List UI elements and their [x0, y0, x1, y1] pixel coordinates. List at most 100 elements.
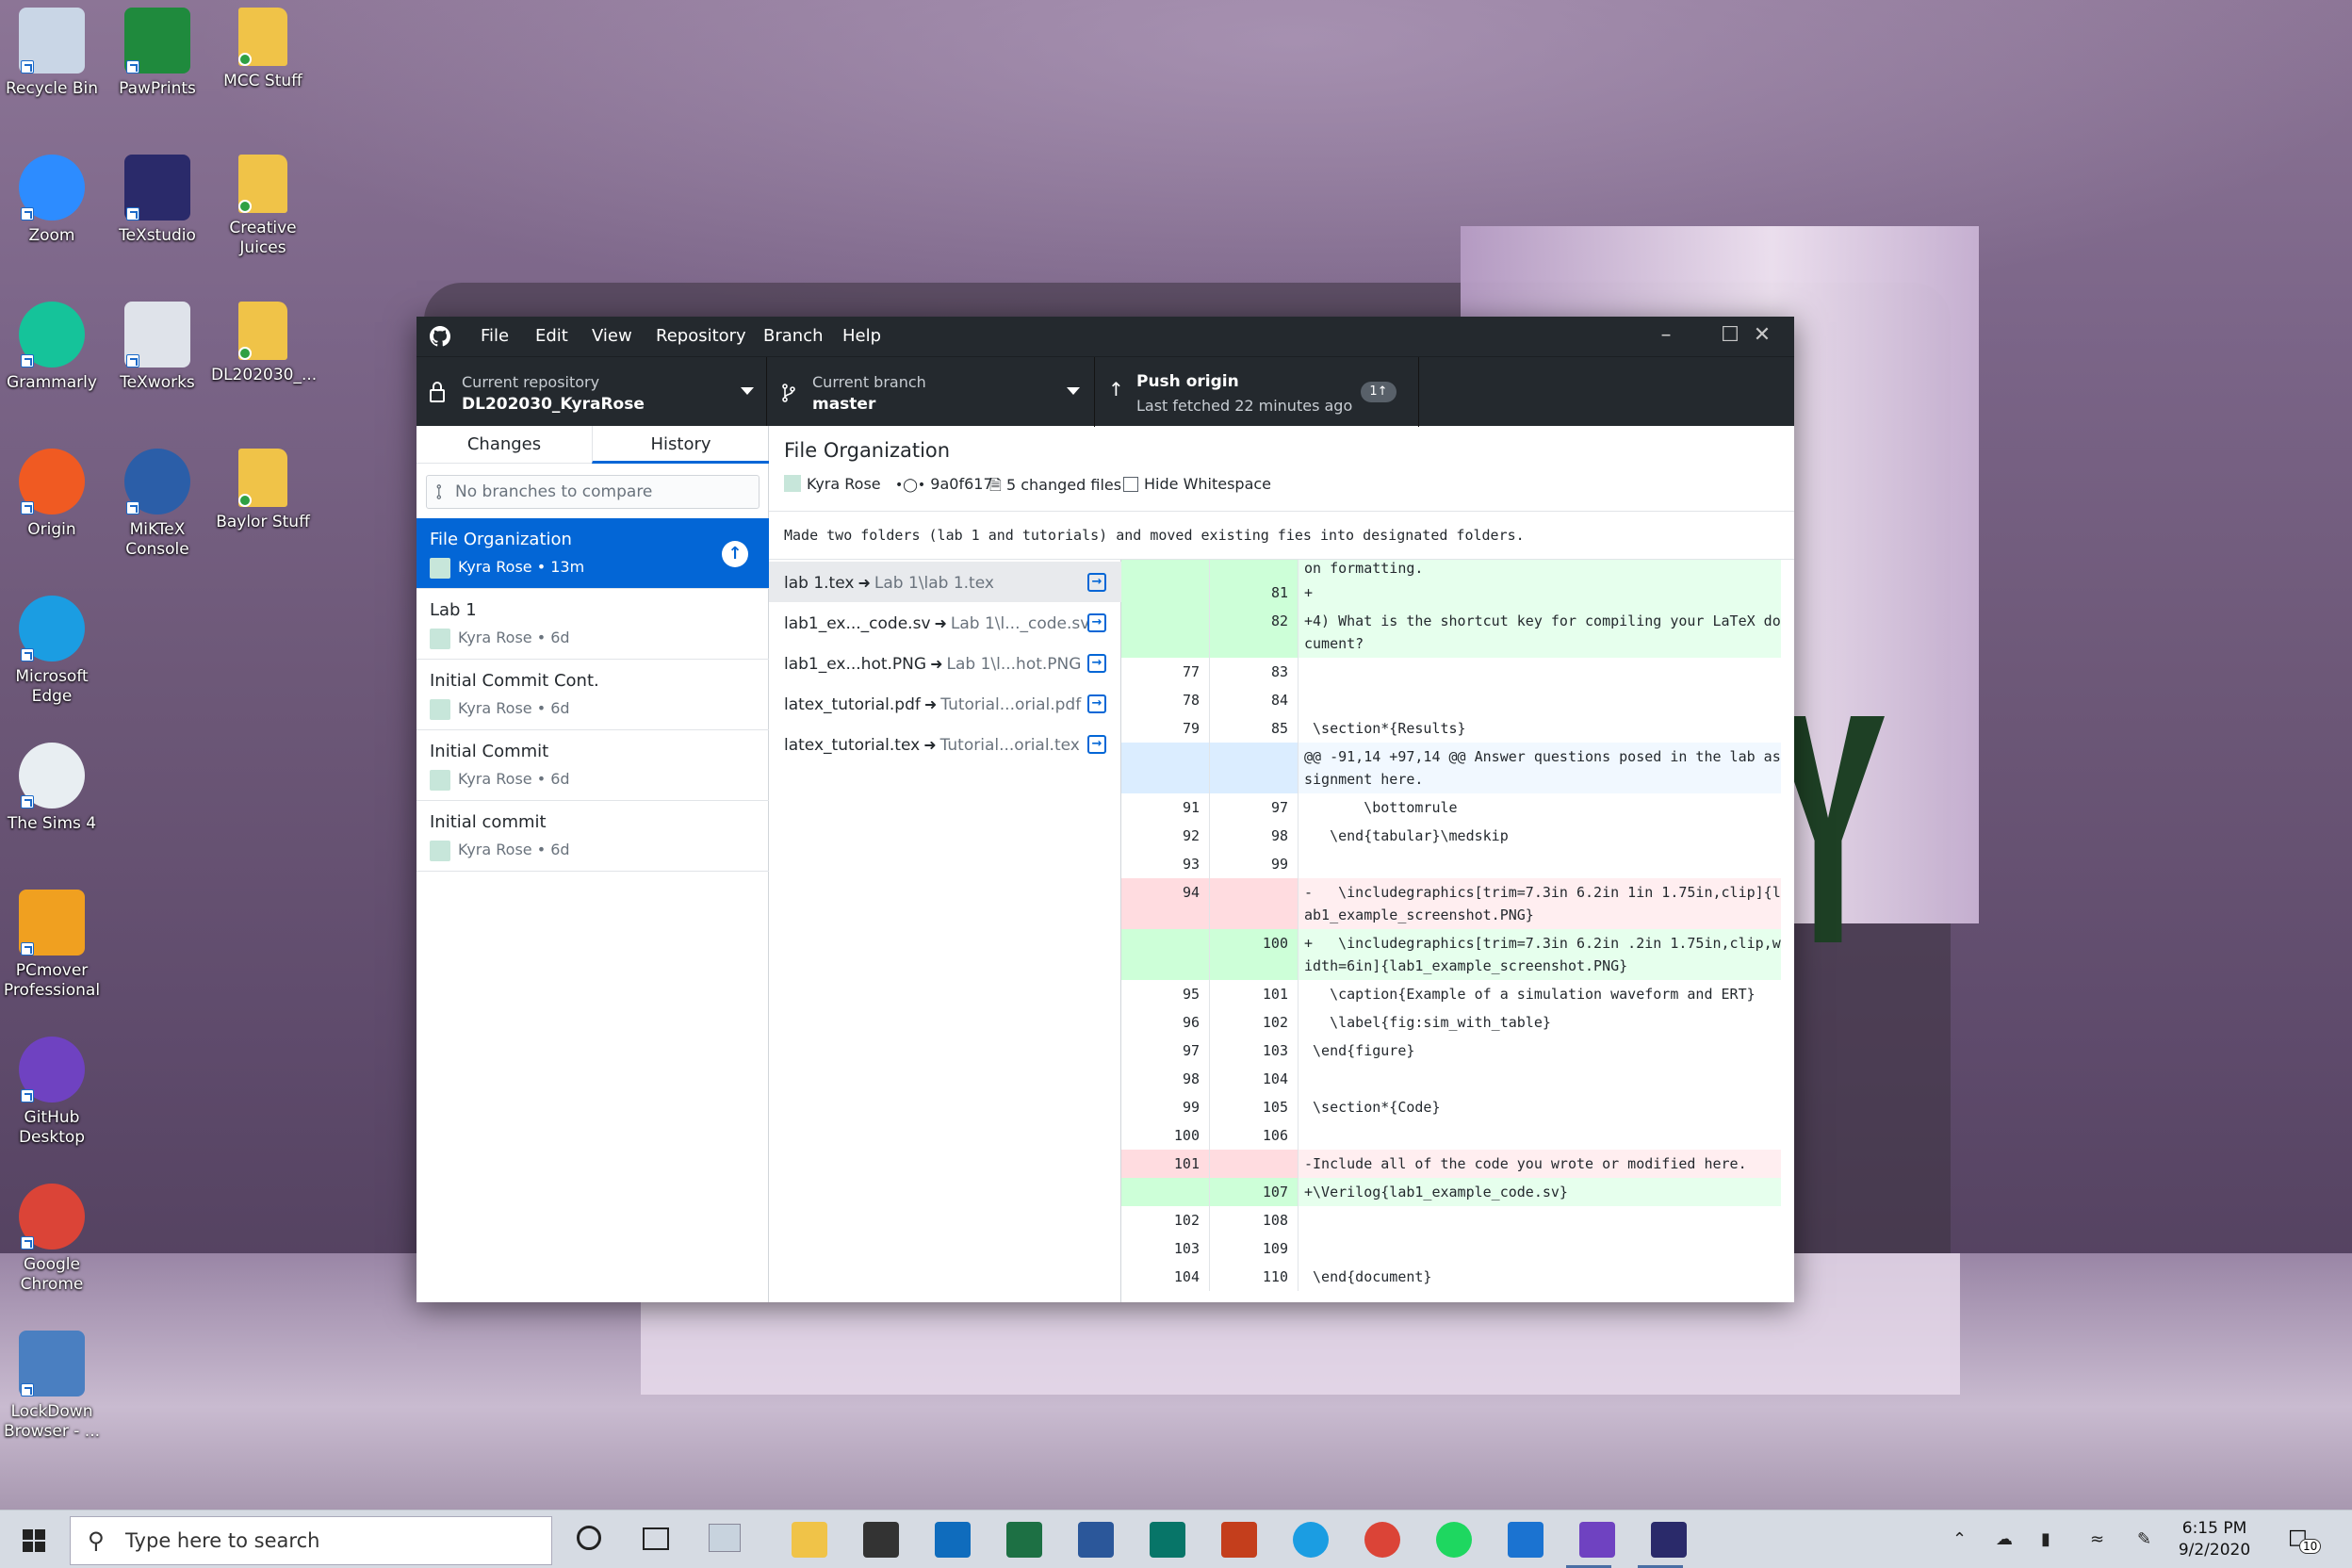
desktop-icon-pcmover-professional[interactable]: PCmover Professional — [0, 890, 104, 1001]
snipping-tool-icon[interactable] — [709, 1524, 741, 1552]
diff-line[interactable]: 77 83 — [1121, 658, 1781, 686]
tab-history[interactable]: History — [592, 426, 769, 464]
changed-file-item[interactable]: lab1_ex..._code.sv ➜ Lab 1\l..._code.sv → — [769, 602, 1121, 643]
desktop-icon-mcc-stuff[interactable]: MCC Stuff — [211, 8, 315, 91]
commit-list-item[interactable]: Initial commit Kyra Rose • 6d — [416, 801, 769, 872]
desktop-icon-miktex-console[interactable]: MiKTeX Console — [106, 449, 209, 560]
file-explorer-icon[interactable] — [792, 1522, 827, 1558]
new-line-number: 102 — [1210, 1008, 1298, 1037]
desktop-icon-recycle-bin[interactable]: Recycle Bin — [0, 8, 104, 99]
compare-branch-input[interactable]: No branches to compare — [426, 475, 760, 509]
diff-line[interactable]: 91 97 \bottomrule — [1121, 793, 1781, 822]
diff-line[interactable]: 81 + — [1121, 579, 1781, 607]
diff-line[interactable]: 104 110 \end{document} — [1121, 1263, 1781, 1291]
desktop-icon-texstudio[interactable]: TeXstudio — [106, 155, 209, 246]
changed-file-item[interactable]: latex_tutorial.pdf ➜ Tutorial...orial.pdf → — [769, 683, 1121, 724]
commit-list-item[interactable]: Lab 1 Kyra Rose • 6d — [416, 589, 769, 660]
current-branch-button[interactable]: Current branch master — [767, 357, 1095, 427]
menu-edit[interactable]: Edit — [535, 326, 568, 346]
github-logo-icon[interactable] — [430, 326, 450, 347]
start-button[interactable] — [0, 1511, 68, 1568]
word-icon[interactable] — [1078, 1522, 1114, 1558]
desktop-icon-origin[interactable]: Origin — [0, 449, 104, 540]
taskbar-search[interactable]: ⚲ Type here to search — [70, 1516, 552, 1565]
chrome-icon[interactable] — [1364, 1522, 1400, 1558]
branch-label: Current branch — [812, 373, 926, 391]
desktop-icon-grammarly[interactable]: Grammarly — [0, 302, 104, 393]
notification-center-button[interactable]: □ 10 — [2284, 1524, 2322, 1558]
diff-line[interactable]: 78 84 — [1121, 686, 1781, 714]
desktop-icon-label: GitHub Desktop — [18, 1108, 86, 1147]
commit-list-item[interactable]: File Organization Kyra Rose • 13m ↑ — [416, 518, 769, 589]
changed-file-item[interactable]: lab 1.tex ➜ Lab 1\lab 1.tex → — [769, 562, 1121, 602]
desktop-icon-github-desktop[interactable]: GitHub Desktop — [0, 1037, 104, 1148]
changed-file-item[interactable]: lab1_ex...hot.PNG ➜ Lab 1\l...hot.PNG → — [769, 643, 1121, 683]
desktop-icon-dl202030[interactable]: DL202030_... — [211, 302, 317, 385]
commit-list-item[interactable]: Initial Commit Cont. Kyra Rose • 6d — [416, 660, 769, 730]
diff-line[interactable]: 107 +\Verilog{lab1_example_code.sv} — [1121, 1178, 1781, 1206]
diff-line[interactable]: 100 106 — [1121, 1121, 1781, 1150]
desktop-icon-creative-juices[interactable]: Creative Juices — [211, 155, 315, 258]
minimize-button[interactable]: – — [1634, 317, 1698, 356]
diff-line[interactable]: on formatting. — [1121, 560, 1781, 579]
current-repository-button[interactable]: Current repository DL202030_KyraRose — [416, 357, 767, 427]
desktop-icon-lockdown-browser[interactable]: LockDown Browser - ... — [0, 1331, 104, 1442]
diff-line[interactable]: 97 103 \end{figure} — [1121, 1037, 1781, 1065]
hide-whitespace-checkbox[interactable] — [1123, 477, 1138, 492]
push-origin-button[interactable]: ↑ Push origin Last fetched 22 minutes ag… — [1095, 357, 1419, 427]
store-icon[interactable] — [863, 1522, 899, 1558]
diff-line[interactable]: 92 98 \end{tabular}\medskip — [1121, 822, 1781, 850]
diff-line[interactable]: 95 101 \caption{Example of a simulation w… — [1121, 980, 1781, 1008]
diff-line-text: - \includegraphics[trim=7.3in 6.2in 1in … — [1304, 884, 1781, 923]
menu-view[interactable]: View — [592, 326, 632, 346]
clock[interactable]: 6:15 PM 9/2/2020 — [2158, 1518, 2271, 1561]
chevron-up-icon[interactable]: ⌃ — [1952, 1529, 1967, 1549]
menu-file[interactable]: File — [481, 326, 509, 346]
pen-icon[interactable]: ✎ — [2137, 1529, 2151, 1549]
commit-list-item[interactable]: Initial Commit Kyra Rose • 6d — [416, 730, 769, 801]
desktop-icon-texworks[interactable]: TeXworks — [106, 302, 209, 393]
edge-icon[interactable] — [1293, 1522, 1329, 1558]
battery-icon[interactable]: ▮ — [2041, 1529, 2050, 1549]
excel-icon[interactable] — [1006, 1522, 1042, 1558]
diff-line[interactable]: 103 109 — [1121, 1234, 1781, 1263]
desktop-icon-zoom[interactable]: Zoom — [0, 155, 104, 246]
task-view-icon[interactable] — [643, 1527, 669, 1550]
tab-changes[interactable]: Changes — [416, 426, 592, 464]
cortana-icon[interactable] — [577, 1526, 601, 1550]
powerpoint-icon[interactable] — [1221, 1522, 1257, 1558]
close-button[interactable]: ✕ — [1730, 317, 1794, 356]
spotify-icon[interactable] — [1436, 1522, 1472, 1558]
diff-line[interactable]: 100 + \includegraphics[trim=7.3in 6.2in .… — [1121, 929, 1781, 980]
diff-line[interactable]: 79 85 \section*{Results} — [1121, 714, 1781, 743]
desktop-icon-pawprints[interactable]: PawPrints — [106, 8, 209, 99]
menu-repository[interactable]: Repository — [656, 326, 746, 346]
renamed-file-icon: → — [1087, 735, 1106, 754]
desktop-icon-the-sims-4[interactable]: The Sims 4 — [0, 743, 104, 834]
diff-line[interactable]: 82 +4) What is the shortcut key for compi… — [1121, 607, 1781, 658]
menu-help[interactable]: Help — [842, 326, 881, 346]
diff-line[interactable]: 94 - \includegraphics[trim=7.3in 6.2in 1i… — [1121, 878, 1781, 929]
diff-line[interactable]: 98 104 — [1121, 1065, 1781, 1093]
desktop-icon-google-chrome[interactable]: Google Chrome — [0, 1184, 104, 1295]
diff-line[interactable]: 96 102 \label{fig:sim_with_table} — [1121, 1008, 1781, 1037]
github-desktop-icon[interactable] — [1579, 1522, 1615, 1558]
onedrive-icon[interactable]: ☁ — [1996, 1529, 2013, 1549]
texstudio-icon[interactable] — [1651, 1522, 1687, 1558]
avatar — [784, 475, 801, 492]
changed-file-item[interactable]: latex_tutorial.tex ➜ Tutorial...orial.tex → — [769, 724, 1121, 764]
diff-line[interactable]: 99 105 \section*{Code} — [1121, 1093, 1781, 1121]
hide-whitespace-toggle[interactable]: Hide Whitespace — [1123, 475, 1271, 493]
desktop-icon-microsoft-edge[interactable]: Microsoft Edge — [0, 596, 104, 707]
wifi-icon[interactable]: ≈ — [2090, 1529, 2104, 1549]
desktop-icon-baylor-stuff[interactable]: Baylor Stuff — [211, 449, 315, 532]
publisher-icon[interactable] — [1150, 1522, 1185, 1558]
app-icon[interactable] — [1508, 1522, 1544, 1558]
diff-line[interactable]: @@ -91,14 +97,14 @@ Answer questions pos… — [1121, 743, 1781, 793]
diff-line[interactable]: 101 -Include all of the code you wrote or… — [1121, 1150, 1781, 1178]
desktop-icon-label: Origin — [27, 520, 76, 539]
outlook-icon[interactable] — [935, 1522, 971, 1558]
diff-line[interactable]: 102 108 — [1121, 1206, 1781, 1234]
diff-line[interactable]: 93 99 — [1121, 850, 1781, 878]
menu-branch[interactable]: Branch — [763, 326, 824, 346]
